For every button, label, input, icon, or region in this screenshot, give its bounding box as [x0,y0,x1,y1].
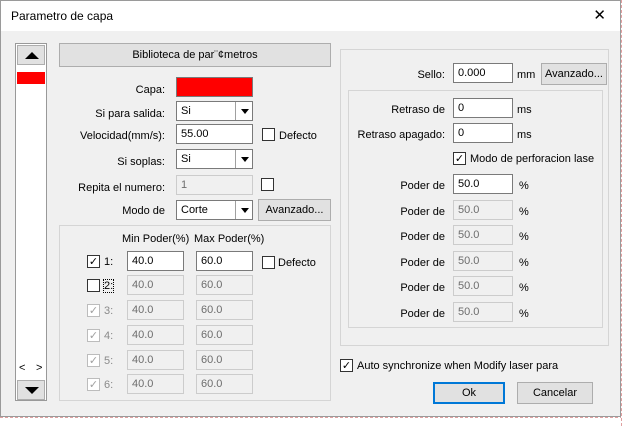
min-power-input[interactable]: 40.0 [127,374,184,394]
percent-unit: % [519,231,529,243]
cancel-button[interactable]: Cancelar [517,382,593,404]
close-icon[interactable]: ✕ [593,6,606,24]
delay-input[interactable]: 0 [453,98,513,118]
delay-off-unit: ms [517,129,532,141]
layer-label: Capa: [135,84,165,96]
speed-input[interactable]: 55.00 [176,124,253,144]
max-power-input[interactable]: 60.0 [196,325,253,345]
power-row-checkbox[interactable] [87,279,100,292]
title-bar: Parametro de capa ✕ [1,1,620,31]
delay-off-label: Retraso apagado: [357,129,445,141]
min-power-input[interactable]: 40.0 [127,275,184,295]
power-default-checkbox[interactable] [262,256,275,269]
percent-unit: % [519,282,529,294]
scroll-left-icon[interactable]: < [19,362,25,374]
power-row-checkbox[interactable]: ✓ [87,304,100,317]
speed-label: Velocidad(mm/s): [80,130,165,142]
parameter-library-button[interactable]: Biblioteca de par¨¢metros [59,43,331,67]
power-input[interactable]: 50.0 [453,225,513,245]
max-power-header: Max Poder(%) [194,233,265,245]
repeat-label: Repita el numero: [78,182,165,194]
output-label: Si para salida: [95,108,165,120]
power-row-label: 6: [104,379,114,391]
output-select-value: Si [181,105,191,117]
power-label: Poder de [400,308,445,320]
power-row-checkbox[interactable]: ✓ [87,378,100,391]
auto-sync-label: Auto synchronize when Modify laser para [357,360,559,372]
scroll-up-button[interactable] [17,45,45,65]
ok-button[interactable]: Ok [433,382,505,404]
power-label: Poder de [400,231,445,243]
delay-off-input[interactable]: 0 [453,123,513,143]
power-row-checkbox[interactable]: ✓ [87,255,100,268]
power-row-label: 3: [104,305,114,317]
seal-advanced-button[interactable]: Avanzado... [541,63,607,85]
power-label: Poder de [400,180,445,192]
layer-list-panel: < > [15,43,47,401]
min-power-input[interactable]: 40.0 [127,251,184,271]
percent-unit: % [519,308,529,320]
speed-default-checkbox[interactable] [262,128,275,141]
power-label: Poder de [400,282,445,294]
blow-select[interactable]: Si [176,149,253,169]
blow-select-value: Si [181,153,191,165]
power-input[interactable]: 50.0 [453,200,513,220]
layer-color-item[interactable] [17,72,45,84]
chevron-down-icon [235,201,252,219]
repeat-input[interactable]: 1 [176,175,253,195]
percent-unit: % [519,206,529,218]
power-input[interactable]: 50.0 [453,276,513,296]
percent-unit: % [519,257,529,269]
blow-label: Si soplas: [117,156,165,168]
power-row-label: 1: [104,256,114,268]
power-input[interactable]: 50.0 [453,174,513,194]
chevron-down-icon [235,150,252,168]
perforation-checkbox[interactable]: ✓ [453,152,466,165]
mode-select-value: Corte [181,204,208,216]
speed-default-label: Defecto [279,130,317,142]
arrow-up-icon [25,52,39,59]
auto-sync-checkbox[interactable]: ✓ [340,359,353,372]
mode-label: Modo de [122,205,165,217]
max-power-input[interactable]: 60.0 [196,300,253,320]
dialog-title: Parametro de capa [11,9,114,23]
min-power-input[interactable]: 40.0 [127,350,184,370]
power-row-checkbox[interactable]: ✓ [87,354,100,367]
min-power-header: Min Poder(%) [122,233,190,245]
scroll-down-button[interactable] [17,380,45,400]
seal-label: Sello: [417,69,445,81]
seal-unit: mm [517,69,536,81]
delay-label: Retraso de [391,104,445,116]
repeat-checkbox[interactable] [261,178,274,191]
chevron-down-icon [235,102,252,120]
power-row-label: 4: [104,330,114,342]
min-power-input[interactable]: 40.0 [127,325,184,345]
arrow-down-icon [25,387,39,394]
power-input[interactable]: 50.0 [453,251,513,271]
power-default-label: Defecto [278,257,316,269]
min-power-input[interactable]: 40.0 [127,300,184,320]
power-input[interactable]: 50.0 [453,302,513,322]
max-power-input[interactable]: 60.0 [196,374,253,394]
power-row-checkbox[interactable]: ✓ [87,329,100,342]
power-label: Poder de [400,206,445,218]
output-select[interactable]: Si [176,101,253,121]
percent-unit: % [519,180,529,192]
power-row-label: 5: [104,355,114,367]
mode-select[interactable]: Corte [176,200,253,220]
max-power-input[interactable]: 60.0 [196,275,253,295]
max-power-input[interactable]: 60.0 [196,350,253,370]
mode-advanced-button[interactable]: Avanzado... [258,199,331,221]
power-row-label: 2: [102,279,115,293]
layer-parameter-dialog: Parametro de capa ✕ < > Biblioteca de pa… [0,0,621,417]
seal-input[interactable]: 0.000 [453,63,513,83]
max-power-input[interactable]: 60.0 [196,251,253,271]
layer-color-swatch[interactable] [176,77,253,97]
delay-unit: ms [517,104,532,116]
power-label: Poder de [400,257,445,269]
canvas-background [0,417,628,426]
perforation-label: Modo de perforacion lase [470,153,595,165]
canvas-background-right [621,0,628,426]
scroll-right-icon[interactable]: > [36,362,42,374]
